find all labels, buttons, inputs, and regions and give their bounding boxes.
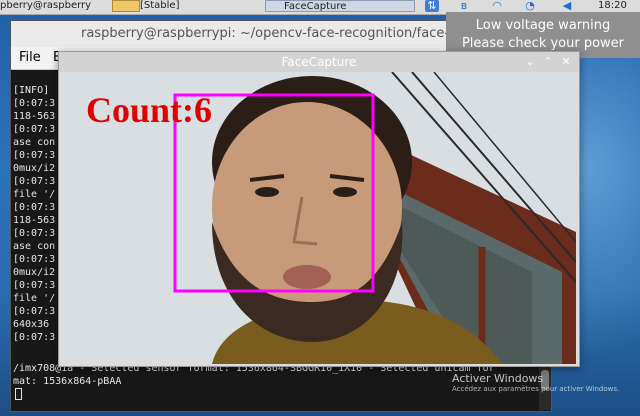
activate-windows-watermark: Activer Windows Accédez aux paramètres p…: [452, 372, 619, 393]
terminal-line: [0:07:3: [13, 280, 56, 291]
terminal-line: file '/: [13, 293, 56, 304]
network-icon[interactable]: ⇅: [425, 0, 439, 12]
terminal-line: [0:07:3: [13, 176, 56, 187]
terminal-line: [INFO]: [13, 85, 50, 96]
camera-frame: Count:6: [62, 72, 576, 364]
facecapture-window: FaceCapture ⌄ ⌃ ✕ Count:6: [58, 51, 580, 367]
folder-icon[interactable]: [112, 0, 140, 12]
minimize-icon[interactable]: ⌄: [523, 54, 537, 70]
terminal-line: [0:07:3: [13, 254, 56, 265]
terminal-line: [0:07:3: [13, 202, 56, 213]
terminal-line: ase con: [13, 137, 56, 148]
terminal-line: 118-563: [13, 111, 56, 122]
watermark-subtitle: Accédez aux paramètres pour activer Wind…: [452, 385, 620, 393]
menu-file[interactable]: File: [19, 47, 41, 69]
terminal-line: 0mux/i2: [13, 163, 56, 174]
terminal-line: 118-563: [13, 215, 56, 226]
taskbar-folder-label[interactable]: [Stable]: [140, 0, 188, 14]
notification-title: Low voltage warning: [475, 18, 611, 33]
terminal-line: file '/: [13, 189, 56, 200]
bluetooth-icon[interactable]: ʙ: [457, 0, 471, 12]
taskbar-facecapture-button[interactable]: FaceCapture: [265, 0, 415, 12]
watermark-title: Activer Windows: [452, 372, 544, 385]
facecapture-title: FaceCapture: [281, 55, 357, 69]
terminal-line: [0:07:3: [13, 124, 56, 135]
terminal-line: [0:07:3: [13, 332, 56, 343]
wifi-icon[interactable]: ◠: [490, 0, 504, 12]
camera-image: Count:6: [62, 72, 576, 364]
terminal-line: [0:07:3: [13, 98, 56, 109]
close-icon[interactable]: ✕: [559, 54, 573, 70]
face-count-label: Count:6: [86, 90, 212, 130]
terminal-title: raspberry@raspberrypi: ~/opencv-face-rec…: [81, 26, 486, 41]
power-icon[interactable]: ◔: [523, 0, 537, 12]
terminal-line: [0:07:3: [13, 150, 56, 161]
facecapture-titlebar[interactable]: FaceCapture: [59, 52, 579, 72]
terminal-line: [0:07:3: [13, 306, 56, 317]
terminal-line: 640x36: [13, 319, 50, 330]
terminal-line: 0mux/i2: [13, 267, 56, 278]
terminal-line: mat: 1536x864-pBAA: [13, 376, 122, 387]
terminal-line: [0:07:3: [13, 228, 56, 239]
terminal-line: ase con: [13, 241, 56, 252]
terminal-cursor: [15, 388, 22, 400]
taskbar-terminal-entry[interactable]: pberry@raspberry: [0, 0, 110, 14]
maximize-icon[interactable]: ⌃: [541, 54, 555, 70]
volume-icon[interactable]: ◀: [560, 0, 574, 12]
